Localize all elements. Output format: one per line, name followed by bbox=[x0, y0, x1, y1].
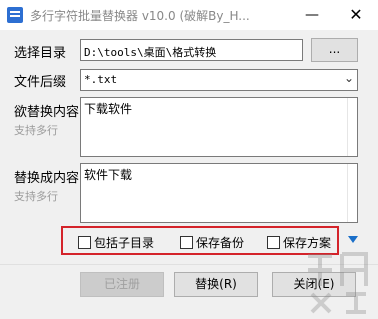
expand-arrow-icon[interactable] bbox=[348, 236, 358, 243]
include-subdirs-option[interactable]: 包括子目录 bbox=[78, 234, 164, 250]
save-backup-option[interactable]: 保存备份 bbox=[180, 234, 252, 250]
find-scrollbar[interactable] bbox=[347, 98, 357, 156]
find-label: 欲替换内容 bbox=[14, 105, 80, 120]
include-subdirs-checkbox[interactable] bbox=[78, 236, 91, 249]
save-scheme-checkbox[interactable] bbox=[267, 236, 280, 249]
title-bar: 多行字符批量替换器 v10.0 (破解By_H... — ✕ bbox=[0, 0, 378, 30]
find-hint: 支持多行 bbox=[14, 124, 58, 137]
registered-button[interactable]: 已注册 bbox=[80, 272, 164, 297]
replace-hint: 支持多行 bbox=[14, 190, 58, 203]
extension-select[interactable]: *.txt ⌄ bbox=[80, 69, 358, 91]
replace-textarea[interactable]: 软件下载 bbox=[80, 163, 358, 223]
directory-label: 选择目录 bbox=[14, 46, 67, 61]
replace-label: 替换成内容 bbox=[14, 171, 80, 186]
save-backup-checkbox[interactable] bbox=[180, 236, 193, 249]
chevron-down-icon[interactable]: ⌄ bbox=[344, 71, 354, 85]
watermark-logo bbox=[308, 252, 368, 314]
extension-label: 文件后缀 bbox=[14, 75, 67, 90]
replace-scrollbar[interactable] bbox=[347, 164, 357, 222]
replace-value: 软件下载 bbox=[84, 168, 133, 182]
extension-value: *.txt bbox=[84, 73, 118, 86]
directory-input[interactable]: D:\tools\桌面\格式转换 bbox=[80, 39, 303, 61]
app-icon bbox=[7, 7, 23, 23]
find-textarea[interactable]: 下载软件 bbox=[80, 97, 358, 157]
save-backup-label[interactable]: 保存备份 bbox=[196, 234, 244, 251]
window-title: 多行字符批量替换器 v10.0 (破解By_H... bbox=[30, 9, 250, 23]
close-window-button[interactable]: ✕ bbox=[334, 0, 378, 30]
browse-button[interactable]: ... bbox=[311, 38, 358, 62]
include-subdirs-label[interactable]: 包括子目录 bbox=[94, 234, 154, 251]
options-group: 包括子目录 保存备份 保存方案 bbox=[61, 226, 339, 255]
replace-button[interactable]: 替换(R) bbox=[174, 272, 258, 297]
minimize-button[interactable]: — bbox=[290, 0, 334, 30]
find-value: 下载软件 bbox=[84, 102, 133, 116]
